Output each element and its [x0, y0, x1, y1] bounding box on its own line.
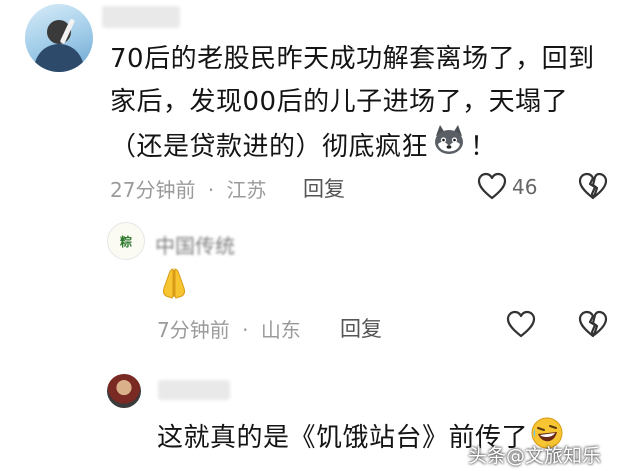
dislike-broken-heart-icon[interactable] — [578, 310, 608, 338]
avatar[interactable] — [107, 374, 141, 408]
timestamp: 7分钟前 — [157, 318, 230, 342]
reply-button[interactable]: 回复 — [303, 173, 345, 203]
comment-line: 家后，发现00后的儿子进场了，天塌了 — [110, 87, 569, 117]
comment-meta: 7分钟前 · 山东 — [157, 314, 301, 343]
comment-line: （还是贷款进的）彻底疯狂 — [110, 131, 429, 162]
dislike-broken-heart-icon[interactable] — [578, 172, 608, 200]
husky-dog-emoji — [432, 124, 466, 170]
comment-tail: ！ — [470, 131, 497, 162]
reply-button[interactable]: 回复 — [340, 313, 382, 343]
avatar[interactable]: 粽 — [107, 222, 145, 260]
comment-text: 70后的老股民昨天成功解套离场了，回到 家后，发现00后的儿子进场了，天塌了 （… — [110, 38, 620, 170]
meta-separator: · — [242, 318, 249, 342]
location: 山东 — [260, 318, 301, 342]
avatar-illustration — [33, 19, 85, 72]
comment-meta: 27分钟前 · 江苏 — [110, 174, 267, 203]
username-blurred: 中国传统 — [155, 234, 235, 258]
like-icon[interactable] — [506, 310, 536, 338]
avatar-label: 粽 — [119, 234, 132, 249]
username-blurred — [158, 380, 230, 400]
comment-line: 70后的老股民昨天成功解套离场了，回到 — [110, 44, 595, 74]
like-icon[interactable] — [477, 172, 507, 200]
folded-hands-emoji — [157, 266, 191, 304]
username-blurred — [102, 6, 180, 28]
timestamp: 27分钟前 — [110, 178, 196, 202]
watermark: 头条@文旅知乐 — [468, 445, 602, 467]
meta-separator: · — [207, 178, 215, 202]
like-count: 46 — [512, 175, 538, 199]
comment-line-wrapper: （还是贷款进的）彻底疯狂 ！ — [110, 124, 620, 170]
avatar[interactable] — [25, 4, 93, 72]
location: 江苏 — [226, 178, 267, 202]
